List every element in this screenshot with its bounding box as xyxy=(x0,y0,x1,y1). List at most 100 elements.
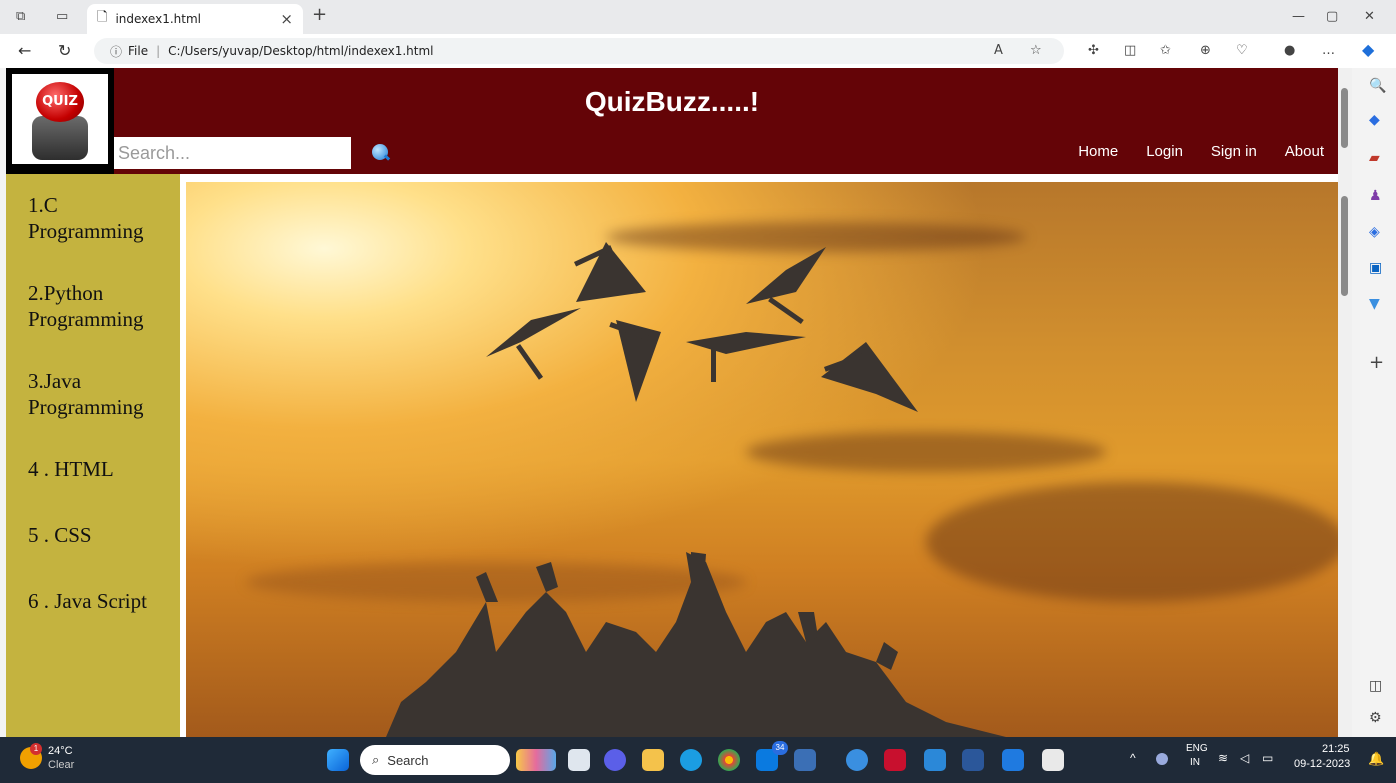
nav-home[interactable]: Home xyxy=(1078,143,1118,160)
sidebar-item-css[interactable]: 5 . CSS xyxy=(6,522,176,548)
sidebar-item-html[interactable]: 4 . HTML xyxy=(6,456,176,482)
split-screen-icon[interactable]: ◫ xyxy=(1124,43,1136,58)
language-bottom[interactable]: IN xyxy=(1190,757,1200,768)
nav-login[interactable]: Login xyxy=(1146,143,1183,160)
sidebar-item-javascript[interactable]: 6 . Java Script xyxy=(6,588,176,614)
file-explorer-icon[interactable] xyxy=(642,749,664,771)
toolbox-icon[interactable]: ▰ xyxy=(1369,150,1380,166)
mcafee-icon[interactable] xyxy=(884,749,906,771)
drop-icon[interactable]: ▼ xyxy=(1369,296,1380,312)
favorites-icon[interactable]: ✩ xyxy=(1160,43,1171,58)
copilot-icon[interactable]: ◆ xyxy=(1362,40,1374,59)
logo-frame: QUIZ xyxy=(6,68,114,174)
search-highlight-icon[interactable] xyxy=(516,749,556,771)
search-icon[interactable]: 🔍 xyxy=(1369,78,1386,94)
nav-about[interactable]: About xyxy=(1285,143,1324,160)
search-input[interactable] xyxy=(114,137,351,169)
profile-icon[interactable]: ● xyxy=(1284,43,1295,58)
paint-icon[interactable] xyxy=(1042,749,1064,771)
word-icon[interactable] xyxy=(962,749,984,771)
tag-icon[interactable]: ◆ xyxy=(1369,112,1380,128)
more-options-icon[interactable]: … xyxy=(1322,43,1335,58)
workspaces-icon[interactable]: ⧉ xyxy=(16,9,25,24)
browser-tab[interactable]: 🗋 indexex1.html × xyxy=(87,4,303,34)
read-aloud-icon[interactable]: A xyxy=(994,43,1003,58)
scroll-thumb-main[interactable] xyxy=(1341,196,1348,296)
tray-icon[interactable] xyxy=(1156,753,1168,765)
logo-button-base xyxy=(32,116,88,160)
page-icon: 🗋 xyxy=(97,10,108,25)
mylic-icon[interactable] xyxy=(924,749,946,771)
add-icon[interactable]: + xyxy=(1369,352,1384,373)
restore-icon[interactable]: ▢ xyxy=(1326,9,1338,24)
nav-sign-in[interactable]: Sign in xyxy=(1211,143,1257,160)
url-prefix: File xyxy=(128,44,149,58)
collections-icon[interactable]: ⊕ xyxy=(1200,43,1211,58)
grad-cap-icon xyxy=(486,308,581,357)
games-icon[interactable]: ♟ xyxy=(1369,188,1382,204)
help-icon[interactable] xyxy=(846,749,868,771)
hero-image xyxy=(186,182,1338,737)
browser-tab-bar: ⧉ ▭ 🗋 indexex1.html × + — ▢ ✕ xyxy=(0,0,1396,34)
taskbar-search-label: Search xyxy=(387,752,429,768)
tab-close-button[interactable]: × xyxy=(280,10,293,28)
chrome-icon[interactable] xyxy=(718,749,740,771)
web-page: QUIZ QuizBuzz.....! Home Login Sign in A… xyxy=(6,68,1338,737)
url-separator: | xyxy=(156,44,161,58)
sidebar-item-c[interactable]: 1.C Programming xyxy=(6,192,176,244)
search-icon: ⌕ xyxy=(372,752,380,767)
chevron-up-icon[interactable]: ^ xyxy=(1130,751,1136,765)
back-icon[interactable]: ← xyxy=(18,41,31,60)
tab-actions-icon[interactable]: ▭ xyxy=(56,9,68,24)
sidebar-toggle-icon[interactable]: ◫ xyxy=(1369,678,1382,694)
chat-icon[interactable] xyxy=(604,749,626,771)
close-window-icon[interactable]: ✕ xyxy=(1364,9,1375,24)
edge-sidebar: 🔍 ◆ ▰ ♟ ◈ ▣ ▼ + ◫ ⚙ xyxy=(1357,68,1396,737)
notepad-icon[interactable] xyxy=(1002,749,1024,771)
site-header: QUIZ QuizBuzz.....! Home Login Sign in A… xyxy=(6,68,1338,174)
taskbar-search[interactable]: ⌕ Search xyxy=(360,745,510,775)
favorite-star-icon[interactable]: ☆ xyxy=(1030,43,1042,58)
start-icon[interactable] xyxy=(327,749,349,771)
language-top[interactable]: ENG xyxy=(1186,743,1208,754)
weather-desc: Clear xyxy=(48,759,75,771)
weather-temp: 24°C xyxy=(48,745,73,757)
info-icon[interactable]: ⓘ xyxy=(110,43,122,60)
new-tab-button[interactable]: + xyxy=(312,4,327,25)
settings-gear-icon[interactable]: ⚙ xyxy=(1369,710,1382,726)
address-toolbar: ← ↻ ⓘ File | C:/Users/yuvap/Desktop/html… xyxy=(0,34,1396,68)
extensions-icon[interactable]: ✣ xyxy=(1088,43,1099,58)
notification-bell-icon[interactable]: 🔔 xyxy=(1368,751,1384,767)
page-scrollbar[interactable] xyxy=(1338,68,1352,737)
url-text: C:/Users/yuvap/Desktop/html/indexex1.htm… xyxy=(168,44,434,58)
scroll-thumb-top[interactable] xyxy=(1341,88,1348,148)
minimize-icon[interactable]: — xyxy=(1292,9,1305,24)
wifi-icon[interactable]: ≋ xyxy=(1218,751,1228,765)
microsoft365-icon[interactable]: ◈ xyxy=(1369,224,1380,240)
volume-icon[interactable]: ◁ xyxy=(1240,751,1249,765)
grad-cap-icon xyxy=(821,342,918,412)
sidebar-item-java[interactable]: 3.Java Programming xyxy=(6,368,176,420)
task-view-icon[interactable] xyxy=(568,749,590,771)
outlook-icon[interactable]: ▣ xyxy=(1369,260,1382,276)
tab-title: indexex1.html xyxy=(115,12,201,26)
site-title: QuizBuzz.....! xyxy=(584,86,760,117)
clock-date[interactable]: 09-12-2023 xyxy=(1294,758,1350,770)
edge-icon[interactable] xyxy=(680,749,702,771)
battery-icon[interactable]: ▭ xyxy=(1262,751,1273,765)
search-icon[interactable] xyxy=(372,144,388,160)
refresh-icon[interactable]: ↻ xyxy=(58,41,71,60)
store-icon[interactable] xyxy=(794,749,816,771)
grad-cap-icon xyxy=(576,242,646,302)
graduation-silhouette xyxy=(386,242,1006,737)
course-sidebar: 1.C Programming 2.Python Programming 3.J… xyxy=(6,174,180,737)
windows-taskbar: 1 24°C Clear ⌕ Search 34 ^ ENG IN ≋ ◁ ▭ … xyxy=(0,737,1396,783)
mail-badge: 34 xyxy=(772,741,788,755)
address-bar[interactable]: ⓘ File | C:/Users/yuvap/Desktop/html/ind… xyxy=(94,38,1064,64)
sidebar-item-python[interactable]: 2.Python Programming xyxy=(6,280,176,332)
top-nav: Home Login Sign in About xyxy=(1078,143,1324,160)
grad-cap-icon xyxy=(746,247,826,304)
browser-essentials-icon[interactable]: ♡ xyxy=(1236,43,1248,58)
clock-time[interactable]: 21:25 xyxy=(1322,743,1350,755)
weather-badge: 1 xyxy=(30,743,42,755)
